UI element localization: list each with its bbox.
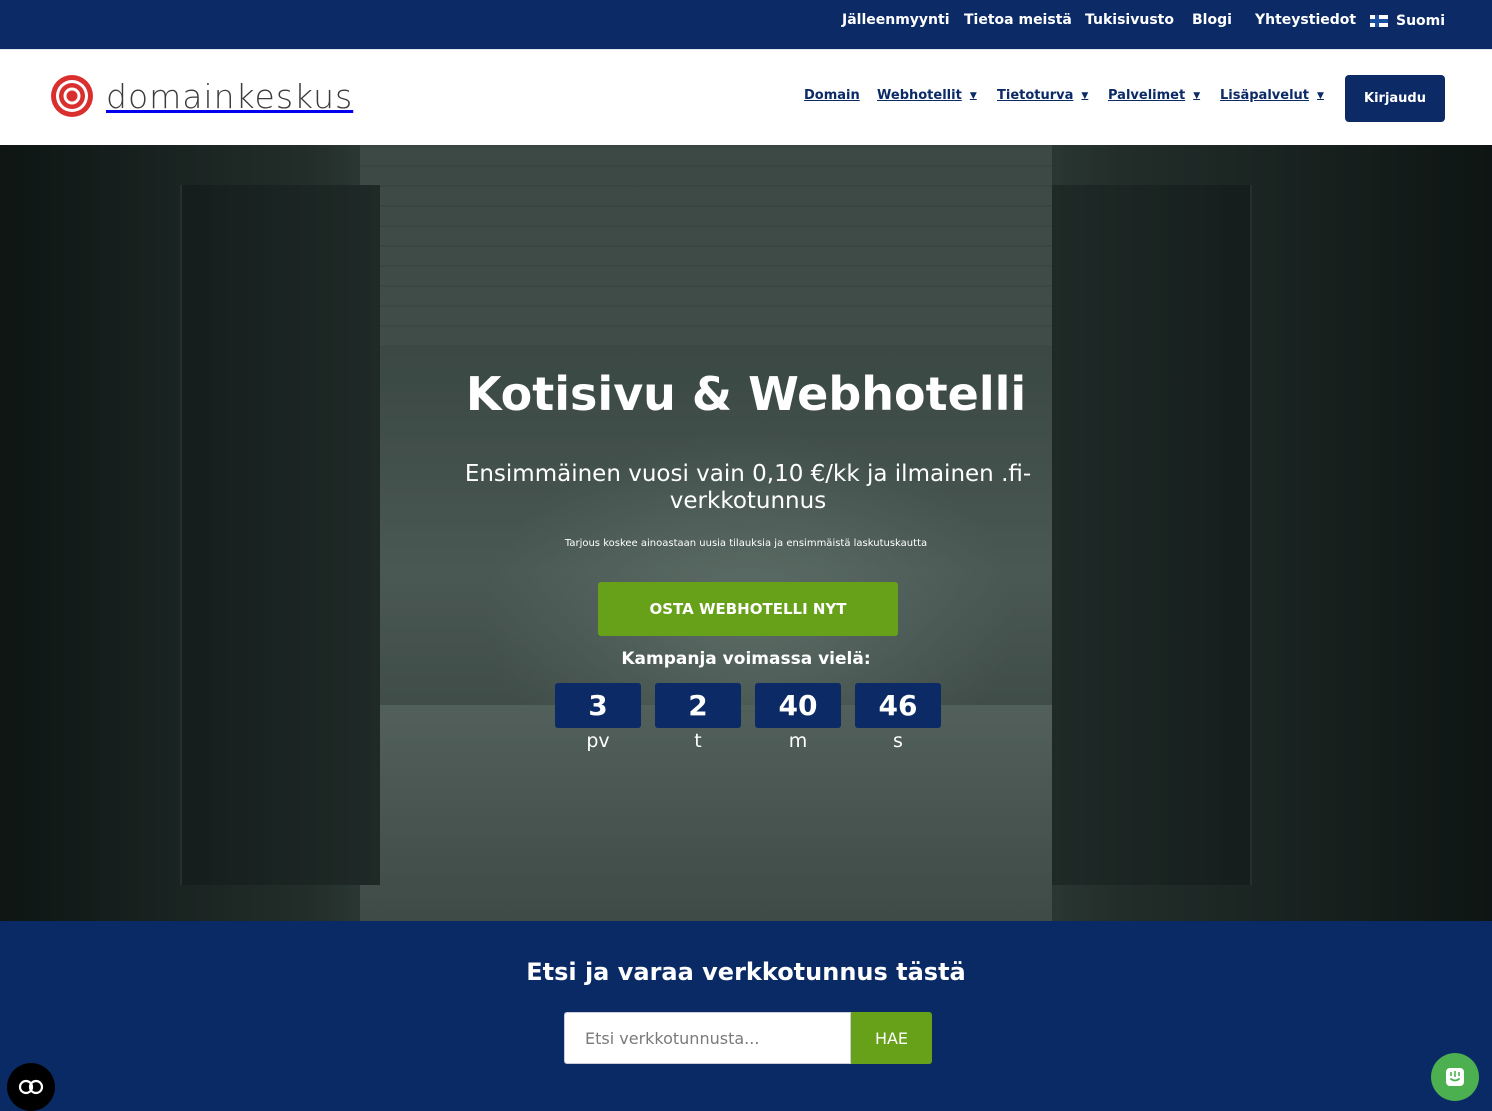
finland-flag-icon [1370,15,1388,27]
topbar-link-support[interactable]: Tukisivusto [1085,12,1174,28]
campaign-label: Kampanja voimassa vielä: [621,649,871,669]
countdown-timer: 3 pv 2 t 40 m 46 s [555,683,941,752]
domain-search-input[interactable] [564,1012,851,1064]
caret-down-icon: ▼ [1193,90,1201,101]
countdown-value: 3 [555,683,641,728]
countdown-unit: pv [586,730,610,752]
countdown-value: 46 [855,683,941,728]
chat-button[interactable] [1431,1053,1479,1101]
caret-down-icon: ▼ [969,90,977,101]
login-button[interactable]: Kirjaudu [1345,75,1445,122]
countdown-unit: t [694,730,702,752]
countdown-value: 40 [755,683,841,728]
domain-search-title: Etsi ja varaa verkkotunnus tästä [526,958,966,986]
countdown-minutes: 40 m [755,683,841,752]
topbar-link-blog[interactable]: Blogi [1192,12,1232,28]
countdown-hours: 2 t [655,683,741,752]
top-bar: Jälleenmyynti Tietoa meistä Tukisivusto … [0,0,1492,49]
countdown-seconds: 46 s [855,683,941,752]
countdown-unit: m [788,730,808,752]
nav-item-label: Lisäpalvelut [1220,88,1310,103]
language-label: Suomi [1396,13,1446,29]
hero-offer-note: Tarjous koskee ainoastaan uusia tilauksi… [564,538,928,549]
chat-icon [1446,1068,1464,1086]
accessibility-button[interactable] [7,1063,55,1111]
nav-item-label: Tietoturva [997,88,1074,103]
nav-item-label: Domain [804,88,860,103]
countdown-unit: s [893,730,903,752]
nav-item-lisapalvelut[interactable]: Lisäpalvelut ▼ [1220,88,1324,103]
countdown-days: 3 pv [555,683,641,752]
target-logo-icon [51,75,93,117]
main-header: domainkeskus Domain Webhotellit ▼ Tietot… [0,49,1492,145]
hero-subtitle: Ensimmäinen vuosi vain 0,10 €/kk ja ilma… [464,461,1032,514]
domain-search-button[interactable]: HAE [851,1012,932,1064]
hero-overlay [0,145,1492,921]
topbar-link-reseller[interactable]: Jälleenmyynti [842,12,950,28]
topbar-link-contact[interactable]: Yhteystiedot [1255,12,1356,28]
hero-banner: Kotisivu & Webhotelli Ensimmäinen vuosi … [0,145,1492,921]
caret-down-icon: ▼ [1317,90,1324,101]
nav-item-label: Webhotellit [877,88,962,103]
logo-text: domainkeskus [106,76,354,116]
caret-down-icon: ▼ [1081,90,1089,101]
hero-title: Kotisivu & Webhotelli [465,367,1027,421]
logo[interactable]: domainkeskus [50,74,353,118]
language-selector[interactable]: Suomi [1370,13,1445,29]
topbar-link-about[interactable]: Tietoa meistä [964,12,1072,28]
buy-webhotel-button[interactable]: OSTA WEBHOTELLI NYT [598,582,898,636]
nav-item-domain[interactable]: Domain [804,88,860,103]
nav-item-tietoturva[interactable]: Tietoturva ▼ [997,88,1088,103]
countdown-value: 2 [655,683,741,728]
nav-item-webhotellit[interactable]: Webhotellit ▼ [877,88,977,103]
accessibility-eyes-icon [18,1079,44,1095]
nav-item-label: Palvelimet [1108,88,1186,103]
nav-item-palvelimet[interactable]: Palvelimet ▼ [1108,88,1200,103]
